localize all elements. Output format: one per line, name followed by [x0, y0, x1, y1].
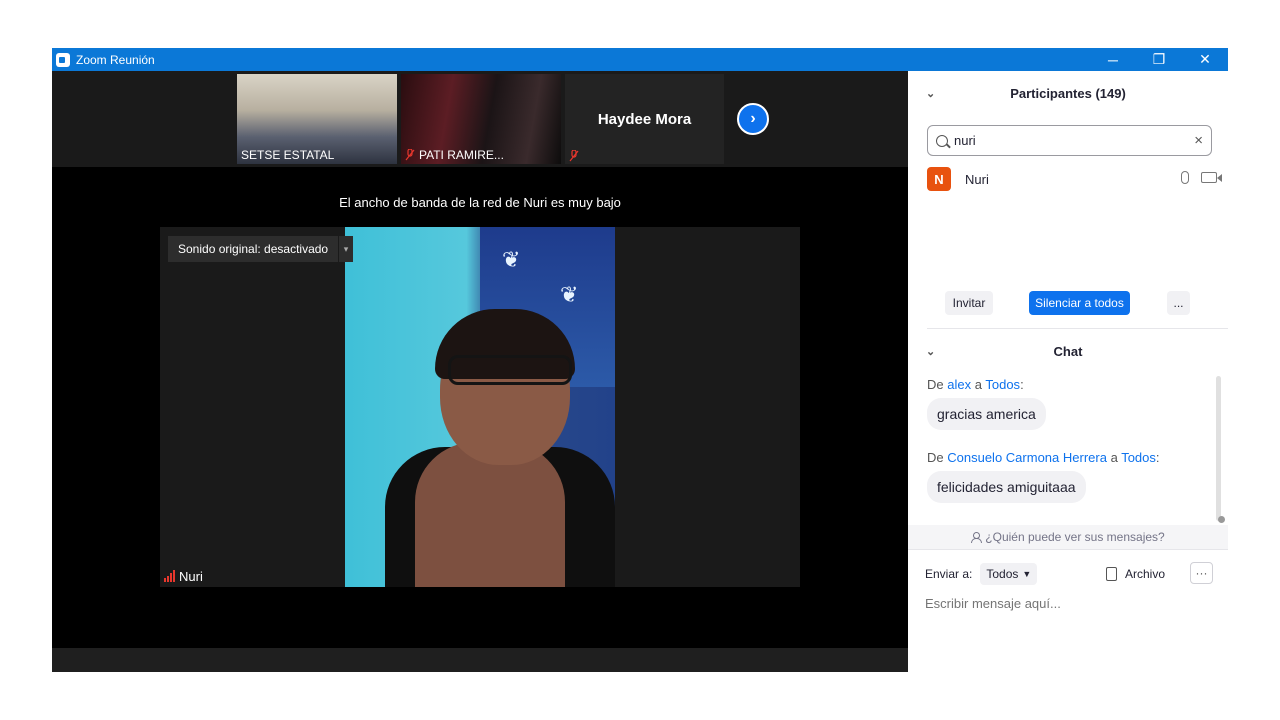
title-bar: Zoom Reunión ─ ❐ ✕ [52, 48, 1228, 71]
participant-name: Nuri [965, 171, 989, 187]
chat-title: Chat [1053, 343, 1083, 359]
participants-title: Participantes (149) [1010, 85, 1126, 101]
avatar: N [927, 167, 951, 191]
file-button[interactable]: Archivo [1106, 562, 1165, 586]
sender-name[interactable]: Consuelo Carmona Herrera [947, 450, 1107, 465]
divider [908, 549, 1228, 550]
thumbnail-name: SETSE ESTATAL [241, 148, 335, 162]
search-input[interactable] [954, 133, 1184, 148]
chat-scrollbar[interactable] [1216, 376, 1221, 521]
window-controls: ─ ❐ ✕ [1090, 48, 1228, 71]
muted-mic-icon [405, 149, 415, 161]
meeting-controls-bar [52, 648, 908, 672]
video-thumbnail[interactable]: SETSE ESTATAL [237, 74, 397, 164]
chevron-down-icon: ▼ [1022, 569, 1032, 579]
chat-messages: De alex a Todos: gracias america De Cons… [927, 377, 1217, 503]
message-input[interactable] [925, 593, 1215, 613]
search-icon [936, 134, 948, 147]
thumbnail-name: Haydee Mora [597, 110, 692, 128]
video-thumbnail[interactable]: Haydee Mora [565, 74, 724, 164]
chat-message: De alex a Todos: gracias america [927, 377, 1217, 430]
participants-header: ⌄ Participantes (149) [908, 71, 1228, 115]
camera-icon [1201, 172, 1222, 183]
minimize-button[interactable]: ─ [1090, 48, 1136, 71]
recipient-select[interactable]: Todos ▼ [980, 563, 1038, 585]
microphone-icon [1181, 171, 1189, 184]
recipient-name[interactable]: Todos [985, 377, 1020, 392]
chevron-down-icon[interactable]: ⌄ [926, 71, 935, 115]
message-meta: De Consuelo Carmona Herrera a Todos: [927, 450, 1160, 465]
mute-all-button[interactable]: Silenciar a todos [1029, 291, 1130, 315]
sender-name[interactable]: alex [947, 377, 971, 392]
more-options-button[interactable]: ... [1167, 291, 1190, 315]
video-thumbnail[interactable]: PATI RAMIRE... [401, 74, 561, 164]
clear-icon[interactable]: × [1194, 132, 1203, 149]
side-panel: ⌄ Participantes (149) × N Nuri Invitar S… [908, 71, 1228, 672]
chat-more-button[interactable]: ··· [1190, 562, 1213, 584]
next-page-button[interactable]: › [737, 103, 769, 135]
send-to-label: Enviar a: [925, 567, 973, 581]
chevron-down-icon[interactable]: ▾ [339, 236, 353, 262]
participant-row[interactable]: N Nuri [927, 167, 1222, 191]
send-options: Enviar a: Todos ▼ Archivo ··· [925, 562, 1215, 586]
zoom-window: Zoom Reunión ─ ❐ ✕ SETSE ESTATAL PATI RA… [52, 48, 1228, 672]
speaker-name-tag: Nuri [160, 567, 207, 585]
invite-button[interactable]: Invitar [945, 291, 993, 315]
bandwidth-warning: El ancho de banda de la red de Nuri es m… [339, 195, 621, 210]
video-area: SETSE ESTATAL PATI RAMIRE... Haydee Mora… [52, 71, 908, 672]
butterfly-icon: ❦ [502, 247, 521, 272]
chat-header: ⌄ Chat [908, 329, 1228, 373]
butterfly-icon: ❦ [560, 282, 579, 307]
chevron-right-icon: › [750, 110, 756, 127]
person-icon [971, 531, 983, 543]
active-speaker-video[interactable]: ❦ ❦ ❦ Sonido original: desactivado ▾ Nur… [160, 227, 800, 587]
glasses [448, 355, 572, 385]
recipient-name[interactable]: Todos [1121, 450, 1156, 465]
thumbnail-name: PATI RAMIRE... [405, 148, 504, 162]
signal-strength-icon [164, 570, 175, 582]
close-button[interactable]: ✕ [1182, 48, 1228, 71]
muted-mic-icon [569, 150, 579, 162]
participant-search[interactable]: × [927, 125, 1212, 156]
message-bubble: felicidades amiguitaaa [927, 471, 1086, 503]
original-sound-toggle[interactable]: Sonido original: desactivado [168, 236, 339, 262]
message-visibility-link[interactable]: ¿Quién puede ver sus mensajes? [908, 525, 1228, 549]
file-icon [1106, 567, 1117, 581]
message-bubble: gracias america [927, 398, 1046, 430]
chevron-down-icon[interactable]: ⌄ [926, 329, 935, 373]
scrollbar-thumb[interactable] [1218, 516, 1225, 523]
window-title: Zoom Reunión [76, 52, 155, 67]
chat-message: De Consuelo Carmona Herrera a Todos: fel… [927, 450, 1160, 503]
zoom-app-icon [56, 52, 70, 67]
speaker-feed: ❦ ❦ ❦ [345, 227, 615, 587]
message-meta: De alex a Todos: [927, 377, 1024, 392]
restore-button[interactable]: ❐ [1136, 48, 1182, 71]
